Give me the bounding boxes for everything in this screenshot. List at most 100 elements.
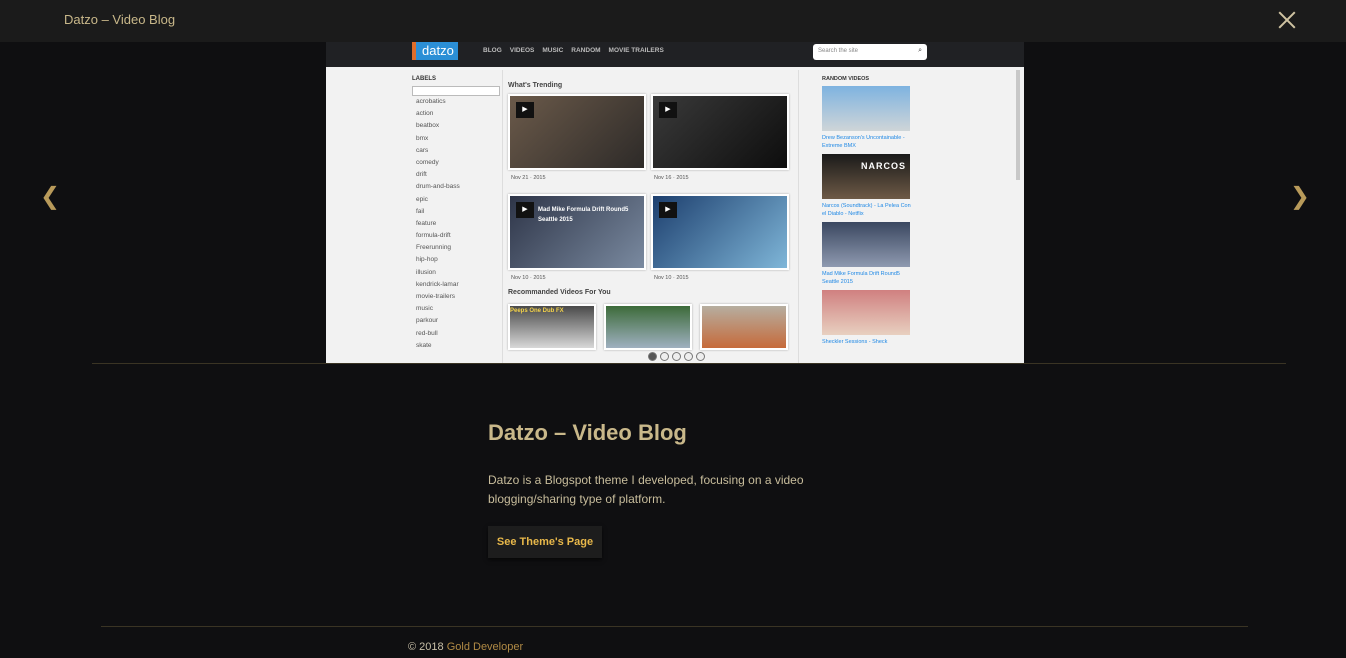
recommended-heading: Recommanded Videos For You	[508, 289, 611, 296]
random-video: Drew Bezanson's Uncontainable - Extreme …	[822, 86, 912, 150]
recommended-row: Peeps One Dub FX	[508, 304, 798, 350]
label-item: red-bull	[416, 329, 438, 337]
label-item: fail	[416, 207, 425, 215]
label-item: Freerunning	[416, 244, 452, 252]
see-theme-page-button[interactable]: See Theme's Page	[488, 526, 602, 558]
random-video-title: Narcos (Soundtrack) - La Pelea Con el Di…	[822, 203, 911, 217]
play-icon: ▶	[659, 102, 677, 118]
video-date: Nov 10 · 2015	[654, 275, 689, 281]
screenshot-nav-link: BLOG	[483, 47, 502, 54]
label-item: action	[416, 110, 434, 118]
recommended-thumbnail	[604, 304, 692, 350]
play-icon: ▶	[516, 202, 534, 218]
label-item: beatbox	[416, 122, 440, 130]
recommended-thumbnail	[700, 304, 788, 350]
screenshot-search-placeholder: Search the site	[818, 48, 859, 54]
labels-sidebar: LABELS acrobatics action beatbox bmx cars com…	[412, 70, 502, 352]
footer-author-link[interactable]: Gold Developer	[447, 641, 523, 653]
project-info: Datzo – Video Blog Datzo is a Blogspot t…	[488, 420, 828, 509]
close-icon[interactable]	[1276, 9, 1298, 31]
random-video-title: Sheckler Sessions - Sheck	[822, 339, 888, 345]
divider	[92, 363, 1286, 364]
random-videos-sidebar: RANDOM VIDEOS Drew Bezanson's Uncontaina…	[822, 70, 912, 346]
carousel-dot[interactable]	[684, 352, 693, 361]
carousel-dots	[648, 352, 705, 361]
screenshot-nav-link: MUSIC	[542, 47, 564, 54]
random-video-thumbnail	[822, 86, 910, 131]
screenshot-navbar: datzo BLOG VIDEOS MUSIC RANDOM MOVIE TRAILER…	[326, 42, 1024, 67]
screenshot-nav-link: MOVIE TRAILERS	[608, 47, 664, 54]
video-date: Nov 16 · 2015	[654, 175, 689, 181]
copyright: © 2018	[408, 641, 444, 653]
video-thumbnail: ▶ Mad Mike Formula Drift Round5 Seattle 2…	[508, 194, 646, 270]
label-item: acrobatics	[416, 98, 446, 105]
label-item: skate	[416, 341, 432, 349]
labels-list: acrobatics action beatbox bmx cars comedy drif…	[412, 96, 502, 352]
video-card: ▶ Nov 10 · 2015	[651, 194, 789, 289]
label-item: movie-trailers	[416, 293, 456, 300]
video-caption: Mad Mike Formula Drift Round5 Seattle 20…	[538, 207, 629, 223]
random-video: NARCOS Narcos (Soundtrack) - La Pelea Con…	[822, 154, 912, 218]
prev-arrow-icon[interactable]: ❮	[40, 182, 60, 210]
video-card: ▶ Nov 16 · 2015	[651, 94, 789, 189]
labels-box	[412, 86, 500, 96]
play-icon: ▶	[659, 202, 677, 218]
trending-heading: What's Trending	[508, 82, 563, 89]
random-video-title: Drew Bezanson's Uncontainable - Extreme …	[822, 135, 905, 149]
recommended-caption: Peeps One Dub FX	[510, 308, 564, 314]
video-card: ▶ Nov 21 · 2015	[508, 94, 646, 189]
thumbnail-overlay-text: NARCOS	[860, 161, 906, 171]
footer: © 2018 Gold Developer	[408, 641, 523, 653]
carousel-dot[interactable]	[648, 352, 657, 361]
labels-heading: LABELS	[412, 76, 436, 82]
video-date: Nov 21 · 2015	[511, 175, 546, 181]
label-item: epic	[416, 195, 428, 203]
carousel-dot[interactable]	[696, 352, 705, 361]
random-heading: RANDOM VIDEOS	[822, 76, 870, 82]
random-video-thumbnail	[822, 290, 910, 335]
lightbox-title: Datzo – Video Blog	[64, 12, 176, 27]
divider	[798, 70, 799, 364]
label-item: hip-hop	[416, 256, 438, 264]
label-item: drum-and-bass	[416, 183, 460, 191]
screenshot-search: Search the site ⌕	[813, 44, 927, 60]
label-item: music	[416, 305, 433, 313]
label-item: kendrick-lamar	[416, 280, 459, 288]
random-video-thumbnail	[822, 222, 910, 267]
random-video: Sheckler Sessions - Sheck	[822, 290, 912, 346]
project-heading: Datzo – Video Blog	[488, 420, 687, 445]
label-item: formula-drift	[416, 232, 451, 240]
carousel-dot[interactable]	[660, 352, 669, 361]
label-item: illusion	[416, 268, 436, 276]
video-date: Nov 10 · 2015	[511, 275, 546, 281]
label-item: comedy	[416, 158, 439, 166]
label-item: bmx	[416, 134, 429, 142]
lightbox-header: Datzo – Video Blog	[0, 0, 1346, 42]
screenshot-nav-link: VIDEOS	[509, 47, 535, 54]
random-video-thumbnail: NARCOS	[822, 154, 910, 199]
screenshot-logo: datzo	[412, 42, 458, 60]
label-item: drift	[416, 171, 427, 179]
video-thumbnail: ▶	[508, 94, 646, 170]
label-item: parkour	[416, 317, 439, 325]
footer-divider	[101, 626, 1248, 627]
trending-grid: ▶ Nov 21 · 2015 ▶ Nov 16 · 2015 ▶ Mad Mike Fo…	[508, 94, 798, 289]
video-thumbnail: ▶	[651, 94, 789, 170]
random-video-title: Mad Mike Formula Drift Round5 Seattle 20…	[822, 271, 900, 285]
project-description: Datzo is a Blogspot theme I developed, f…	[488, 473, 804, 506]
label-item: feature	[416, 219, 437, 227]
search-icon: ⌕	[918, 47, 922, 54]
random-list: Drew Bezanson's Uncontainable - Extreme …	[822, 86, 912, 346]
main-column: What's Trending ▶ Nov 21 · 2015 ▶ Nov 16 · …	[508, 82, 798, 350]
recommended-thumbnail: Peeps One Dub FX	[508, 304, 596, 350]
play-icon: ▶	[516, 102, 534, 118]
divider	[502, 70, 503, 364]
next-arrow-icon[interactable]: ❯	[1290, 182, 1310, 210]
random-video: Mad Mike Formula Drift Round5 Seattle 20…	[822, 222, 912, 286]
video-card: ▶ Mad Mike Formula Drift Round5 Seattle 2…	[508, 194, 646, 289]
carousel-dot[interactable]	[672, 352, 681, 361]
theme-screenshot: datzo BLOG VIDEOS MUSIC RANDOM MOVIE TRAILER…	[326, 42, 1024, 364]
screenshot-nav-links: BLOG VIDEOS MUSIC RANDOM MOVIE TRAILERS	[483, 47, 664, 54]
label-item: cars	[416, 146, 429, 154]
screenshot-scrollbar	[1016, 70, 1020, 180]
